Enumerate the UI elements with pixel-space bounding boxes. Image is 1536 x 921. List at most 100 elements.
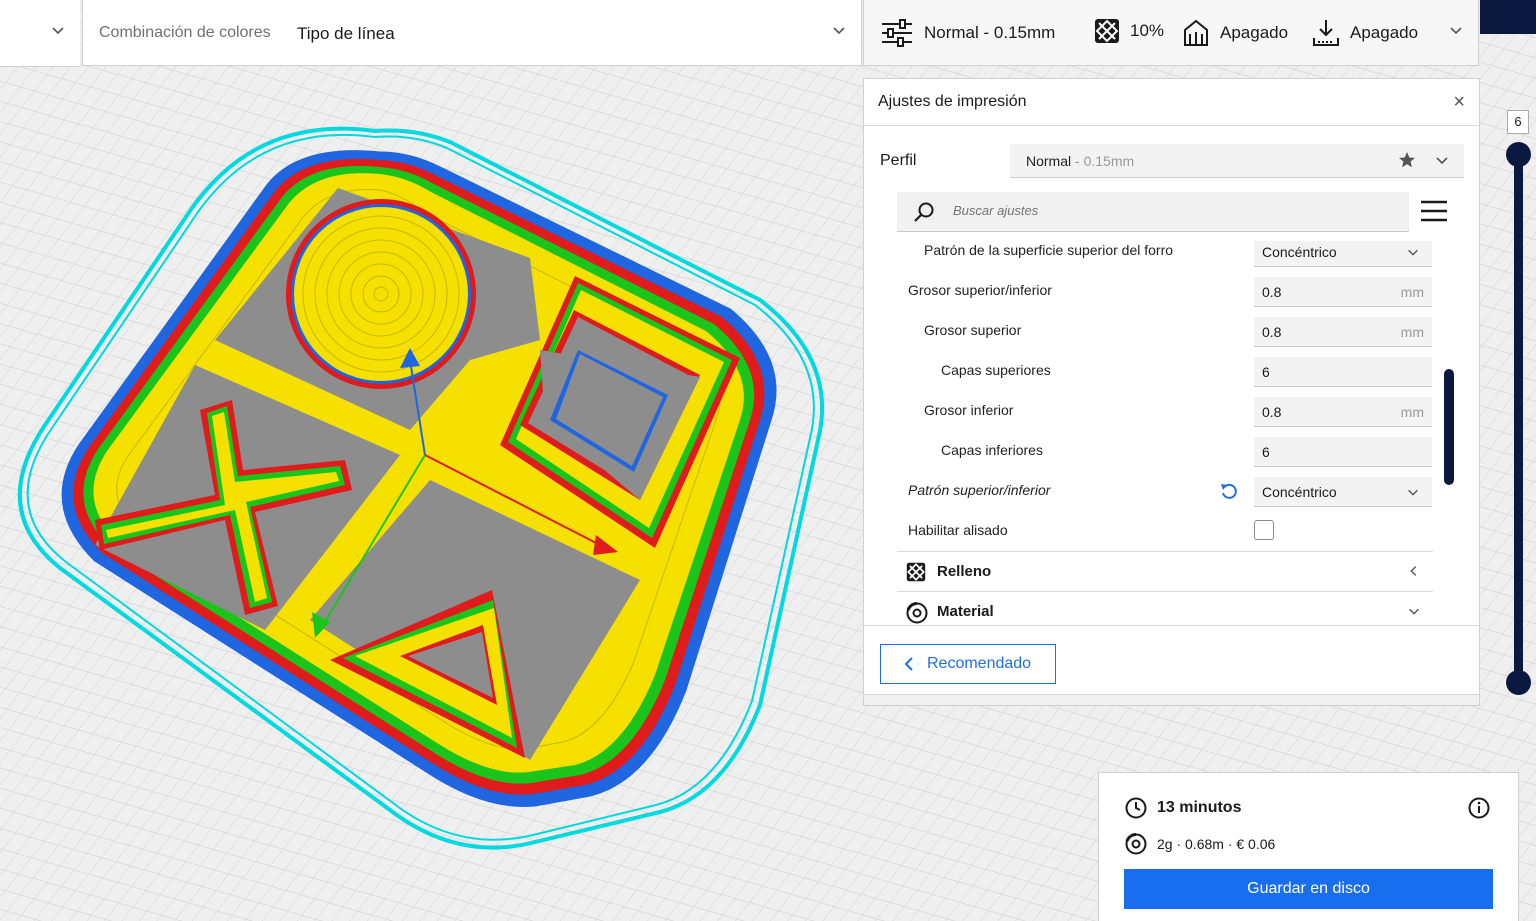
- setting-row-bottom-thickness: Grosor inferior 0.8 mm: [897, 391, 1433, 431]
- layer-slider-bottom-handle[interactable]: [1506, 670, 1531, 695]
- panel-resize-handle[interactable]: [864, 694, 1479, 705]
- setting-label: Patrón superior/inferior: [908, 482, 1051, 498]
- infill-summary-label: 10%: [1130, 21, 1165, 40]
- setting-label: Capas inferiores: [941, 442, 1043, 458]
- setting-label: Capas superiores: [941, 362, 1051, 378]
- infill-icon: [1095, 19, 1119, 43]
- recommended-button[interactable]: Recomendado: [880, 644, 1056, 684]
- field-unit: mm: [1400, 284, 1424, 300]
- support-icon: [1184, 19, 1208, 46]
- reset-icon[interactable]: [1219, 481, 1239, 501]
- toolbar-left-dropdown[interactable]: [0, 0, 80, 67]
- menu-icon[interactable]: [1421, 199, 1447, 223]
- clock-icon: [1125, 797, 1147, 819]
- adhesion-icon: [1313, 20, 1339, 46]
- profile-summary[interactable]: Normal - 0.15mm: [880, 18, 1055, 48]
- chevron-down-icon: [1408, 489, 1418, 496]
- setting-row-top-thickness: Grosor superior 0.8 mm: [897, 311, 1433, 351]
- section-infill[interactable]: Relleno: [897, 551, 1433, 592]
- setting-label: Grosor inferior: [924, 402, 1014, 418]
- section-title: Material: [937, 603, 994, 620]
- search-input[interactable]: [951, 202, 1375, 219]
- setting-row-top-bottom-pattern: Patrón superior/inferior Concéntrico: [897, 471, 1433, 511]
- divider: [864, 125, 1479, 126]
- sliders-icon: [882, 19, 912, 47]
- color-scheme-value: Tipo de línea: [297, 24, 395, 43]
- support-summary-label: Apagado: [1220, 23, 1289, 42]
- select-value: Concéntrico: [1262, 484, 1337, 500]
- infill-icon: [906, 562, 926, 582]
- profile-layer-height: - 0.15mm: [1071, 153, 1135, 169]
- print-settings-panel: Ajustes de impresión × Perfil Normal - 0…: [863, 78, 1480, 706]
- top-bottom-pattern-select[interactable]: Concéntrico: [1254, 477, 1432, 507]
- top-thickness-input[interactable]: 0.8 mm: [1254, 317, 1432, 347]
- settings-search[interactable]: [897, 192, 1409, 232]
- section-material[interactable]: Material: [897, 591, 1433, 625]
- print-time: 13 minutos: [1125, 797, 1241, 819]
- color-scheme-dropdown[interactable]: Combinación de colores Tipo de línea: [82, 0, 862, 66]
- field-value: 6: [1262, 444, 1270, 460]
- section-title: Relleno: [937, 563, 992, 580]
- settings-list: Patrón de la superficie superior del for…: [897, 241, 1433, 625]
- print-time-label: 13 minutos: [1157, 799, 1242, 816]
- profile-name: Normal: [1026, 153, 1072, 169]
- chevron-left-icon: [1410, 566, 1417, 576]
- info-icon[interactable]: [1468, 797, 1490, 819]
- material-usage-label: 2g · 0.68m · € 0.06: [1157, 836, 1276, 852]
- setting-label: Grosor superior/inferior: [908, 282, 1052, 298]
- print-summary-card: 13 minutos 2g · 0.68m · € 0.06 Guardar e…: [1098, 772, 1519, 921]
- field-value: 0.8: [1262, 284, 1282, 300]
- chevron-left-icon: [904, 657, 913, 671]
- chevron-down-icon: [1409, 608, 1419, 615]
- field-unit: mm: [1400, 324, 1424, 340]
- chevron-down-icon: [52, 27, 64, 35]
- color-scheme-label: Combinación de colores: [99, 24, 271, 41]
- layer-number[interactable]: 6: [1507, 110, 1529, 134]
- setting-label: Grosor superior: [924, 322, 1022, 338]
- material-usage: 2g · 0.68m · € 0.06: [1125, 833, 1275, 855]
- chevron-down-icon: [833, 27, 845, 35]
- setting-row-top-layers: Capas superiores 6: [897, 351, 1433, 391]
- select-value: Concéntrico: [1262, 244, 1337, 260]
- save-to-disk-button[interactable]: Guardar en disco: [1124, 869, 1493, 909]
- setting-row-bottom-layers: Capas inferiores 6: [897, 431, 1433, 471]
- profile-label: Perfil: [880, 152, 917, 169]
- recommended-button-label: Recomendado: [927, 655, 1032, 672]
- top-skin-pattern-select[interactable]: Concéntrico: [1254, 241, 1432, 267]
- support-summary[interactable]: Apagado: [1182, 18, 1288, 48]
- ironing-checkbox[interactable]: [1254, 520, 1274, 540]
- bottom-layers-input[interactable]: 6: [1254, 437, 1432, 467]
- material-spool-icon: [906, 602, 928, 624]
- layer-slider-top-handle[interactable]: [1506, 142, 1531, 167]
- field-value: 6: [1262, 364, 1270, 380]
- chevron-down-icon: [1408, 249, 1418, 256]
- setting-label: Patrón de la superficie superior del for…: [924, 242, 1174, 258]
- chevron-down-icon: [1450, 27, 1462, 35]
- material-spool-icon: [1125, 833, 1147, 855]
- setting-row-top-bottom-thickness: Grosor superior/inferior 0.8 mm: [897, 271, 1433, 311]
- divider: [864, 625, 1479, 626]
- panel-title: Ajustes de impresión: [878, 93, 1027, 110]
- top-layers-input[interactable]: 6: [1254, 357, 1432, 387]
- field-value: 0.8: [1262, 404, 1282, 420]
- chevron-down-icon: [1436, 157, 1448, 165]
- settings-scrollbar[interactable]: [1444, 369, 1454, 485]
- adhesion-summary-label: Apagado: [1350, 23, 1419, 42]
- adhesion-summary[interactable]: Apagado: [1312, 18, 1418, 48]
- setting-label: Habilitar alisado: [908, 522, 1008, 538]
- infill-summary[interactable]: 10%: [1094, 18, 1164, 44]
- layer-slider-track[interactable]: [1514, 148, 1523, 688]
- setting-row-top-skin-pattern: Patrón de la superficie superior del for…: [897, 241, 1433, 271]
- field-unit: mm: [1400, 404, 1424, 420]
- profile-summary-label: Normal - 0.15mm: [924, 23, 1056, 42]
- window-corner: [1480, 0, 1536, 34]
- close-icon[interactable]: ×: [1453, 91, 1465, 114]
- profile-select[interactable]: Normal - 0.15mm: [1010, 144, 1464, 178]
- star-icon[interactable]: [1398, 151, 1416, 169]
- field-value: 0.8: [1262, 324, 1282, 340]
- bottom-thickness-input[interactable]: 0.8 mm: [1254, 397, 1432, 427]
- search-icon: [914, 202, 934, 222]
- print-settings-bar[interactable]: Normal - 0.15mm 10% Apagado Apagado: [863, 0, 1479, 66]
- setting-row-ironing: Habilitar alisado: [897, 511, 1433, 551]
- top-bottom-thickness-input[interactable]: 0.8 mm: [1254, 277, 1432, 307]
